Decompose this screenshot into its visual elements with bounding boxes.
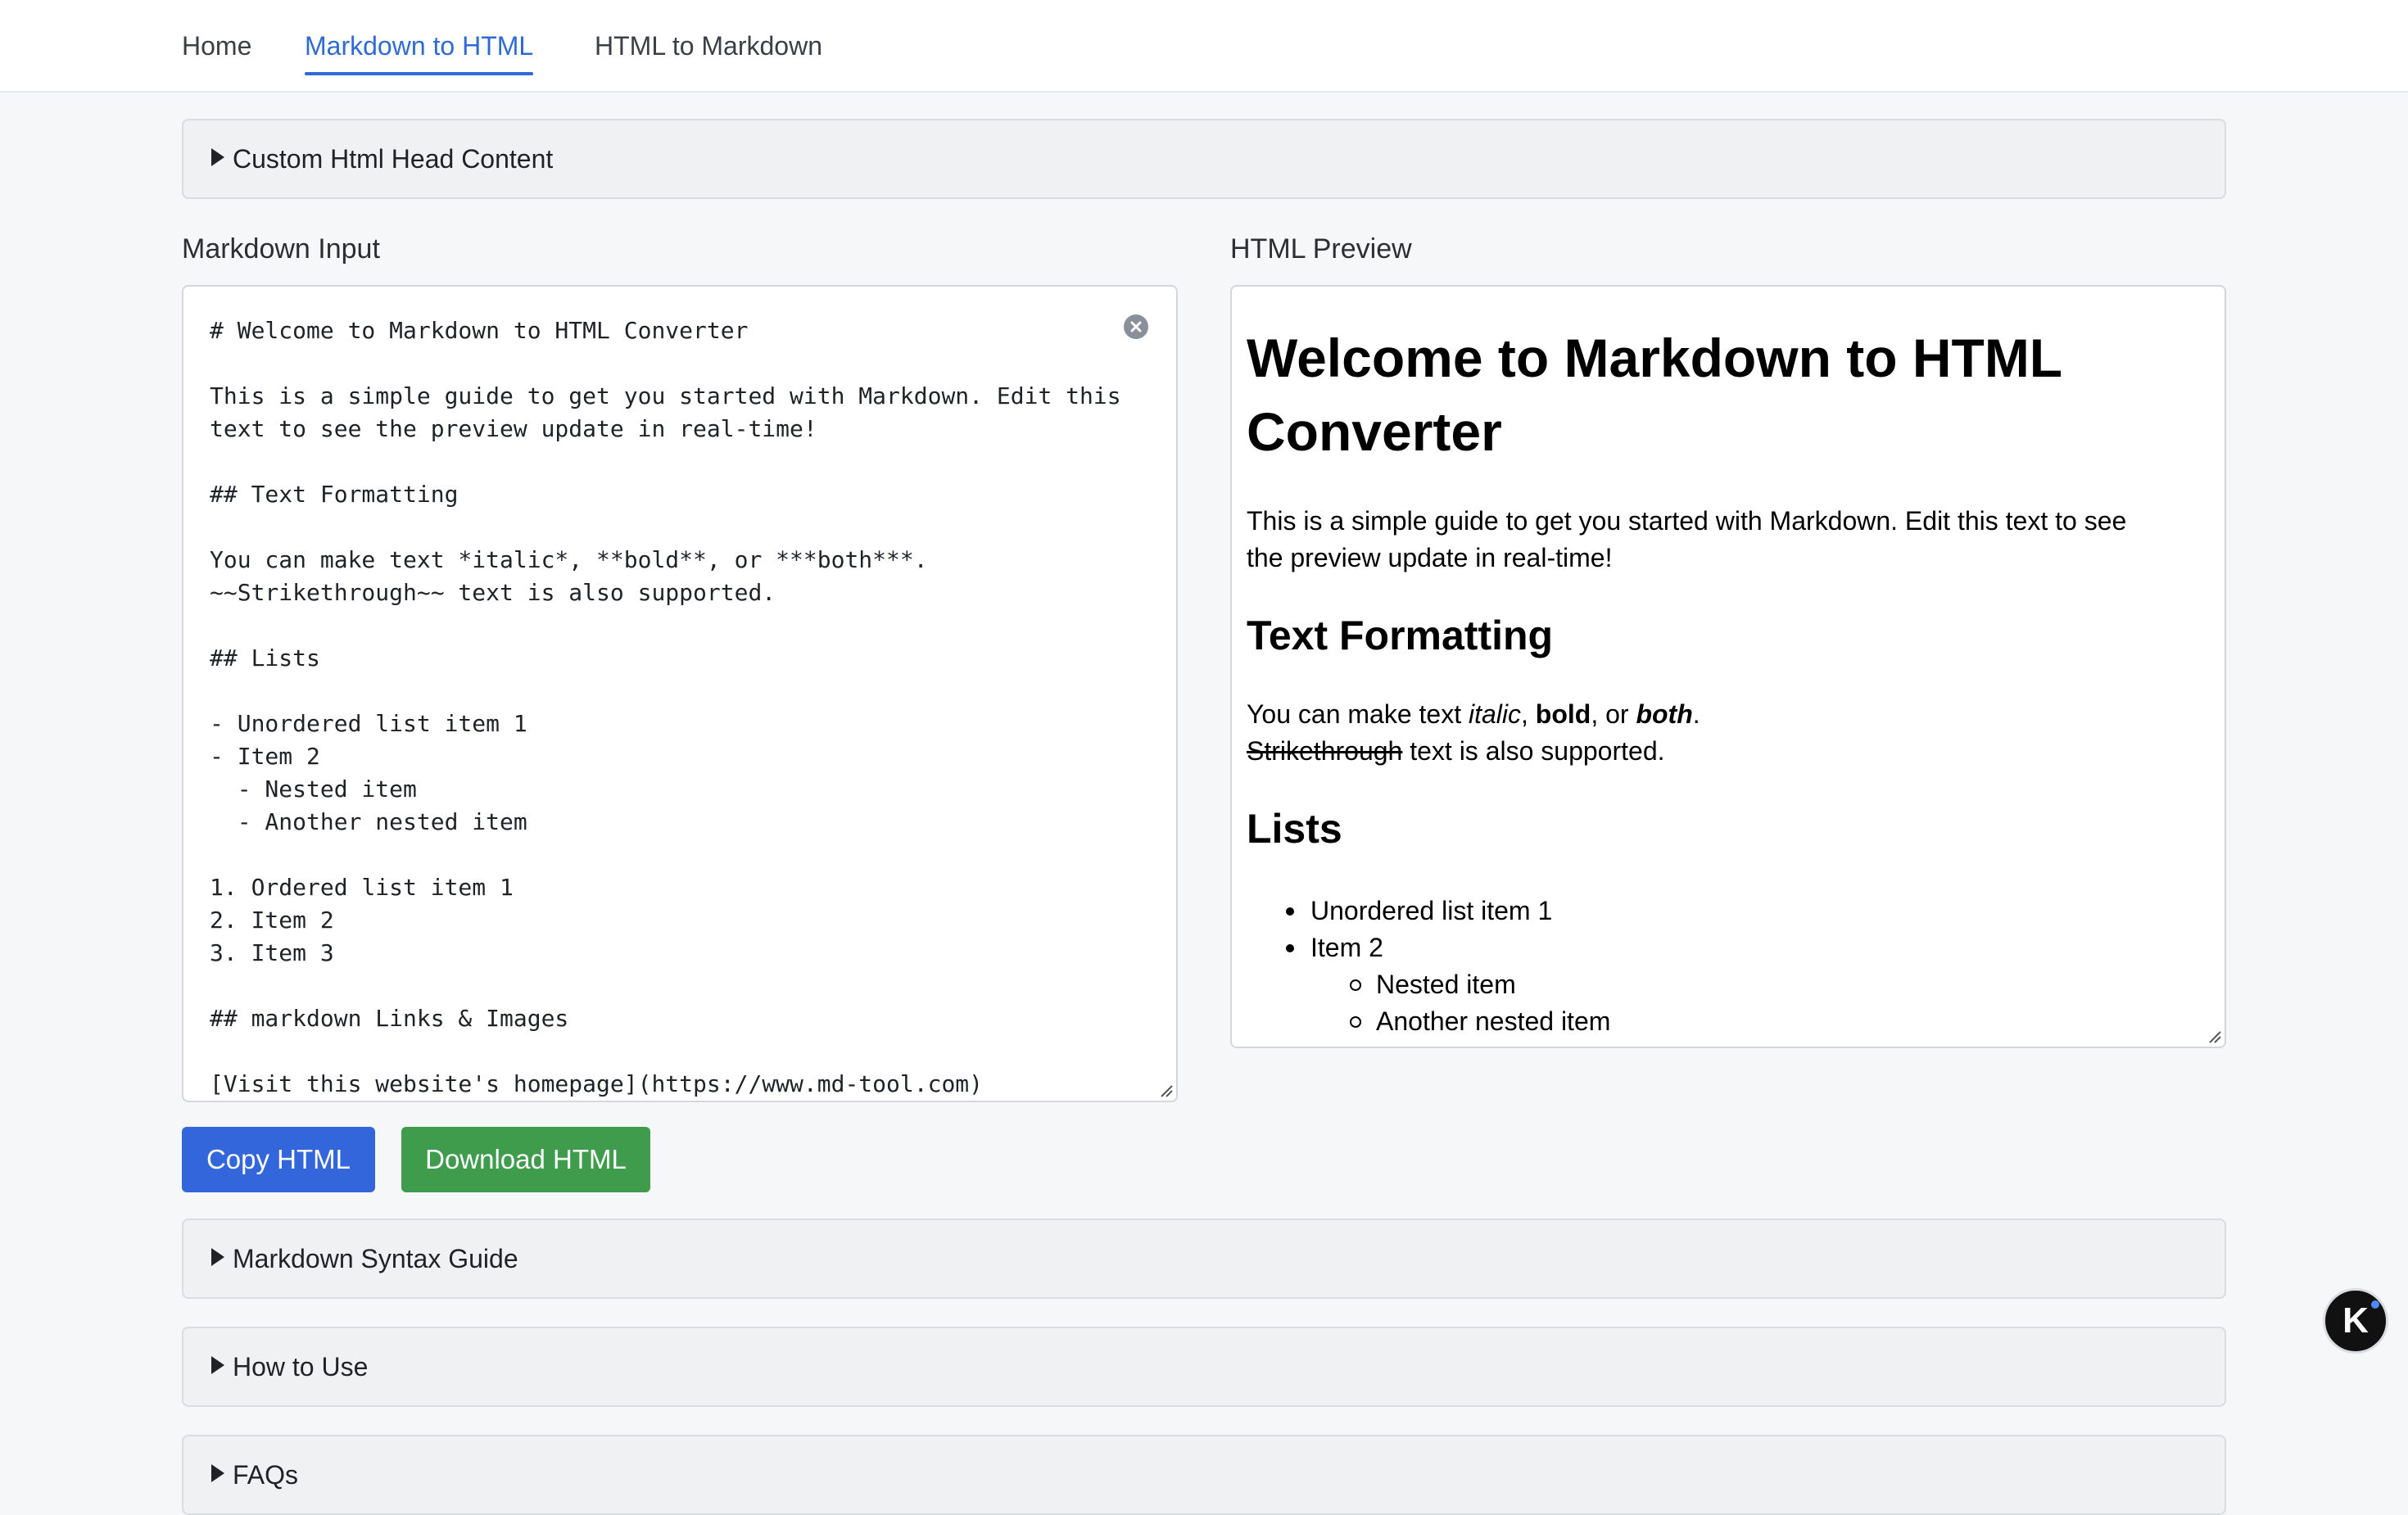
hollow-bullet-icon — [1350, 979, 1361, 991]
nav-home[interactable]: Home — [182, 29, 251, 62]
custom-head-section[interactable]: Custom Html Head Content — [182, 119, 2226, 199]
preview-heading-1: Welcome to Markdown to HTML Converter — [1247, 328, 2063, 462]
top-nav: Home Markdown to HTML HTML to Markdown — [0, 0, 2408, 93]
expand-caret-icon — [211, 1356, 224, 1374]
preview-intro-paragraph: This is a simple guide to get you starte… — [1247, 506, 2127, 572]
how-to-use-section[interactable]: How to Use — [182, 1327, 2226, 1407]
bullet-icon — [1286, 907, 1294, 916]
preview-heading-text-formatting: Text Formatting — [1247, 613, 1554, 658]
list-item: Item 2 — [1310, 933, 1383, 962]
section-summary: How to Use — [233, 1352, 369, 1382]
expand-caret-icon — [211, 148, 224, 166]
bullet-icon — [1286, 944, 1294, 952]
preview-formatting-paragraph: You can make text italic, bold, or both.… — [1247, 699, 1700, 766]
download-html-button[interactable]: Download HTML — [401, 1127, 650, 1192]
nested-list-item: Another nested item — [1376, 1006, 1611, 1036]
nav-markdown-to-html[interactable]: Markdown to HTML — [305, 29, 534, 75]
section-summary: Custom Html Head Content — [233, 144, 554, 174]
copy-html-button[interactable]: Copy HTML — [182, 1127, 375, 1192]
nav-html-to-markdown[interactable]: HTML to Markdown — [595, 29, 822, 62]
faqs-section[interactable]: FAQs — [182, 1435, 2226, 1515]
hollow-bullet-icon — [1350, 1016, 1361, 1028]
html-preview-title: HTML Preview — [1230, 233, 1412, 265]
k-logo-icon: K — [2342, 1300, 2369, 1341]
section-summary: Markdown Syntax Guide — [233, 1244, 518, 1273]
strikethrough-text: Strikethrough — [1247, 736, 1403, 766]
nested-list-item: Nested item — [1376, 970, 1516, 999]
preview-heading-lists: Lists — [1247, 806, 1342, 852]
section-summary: FAQs — [233, 1460, 299, 1490]
notification-dot-icon — [2371, 1300, 2379, 1309]
markdown-syntax-guide-section[interactable]: Markdown Syntax Guide — [182, 1219, 2226, 1299]
assistant-widget-button[interactable]: K — [2323, 1288, 2388, 1354]
html-preview-pane: Welcome to Markdown to HTML Converter Th… — [1230, 285, 2226, 1048]
markdown-source-text[interactable]: # Welcome to Markdown to HTML Converter … — [210, 314, 1127, 1101]
markdown-input-title: Markdown Input — [182, 233, 380, 265]
list-item: Unordered list item 1 — [1310, 896, 1553, 925]
expand-caret-icon — [211, 1248, 224, 1266]
resize-handle-icon[interactable] — [2207, 1029, 2221, 1043]
clear-input-icon[interactable] — [1124, 314, 1148, 339]
expand-caret-icon — [211, 1464, 224, 1482]
resize-handle-icon[interactable] — [1158, 1083, 1173, 1097]
markdown-input-textarea[interactable]: # Welcome to Markdown to HTML Converter … — [182, 285, 1178, 1102]
